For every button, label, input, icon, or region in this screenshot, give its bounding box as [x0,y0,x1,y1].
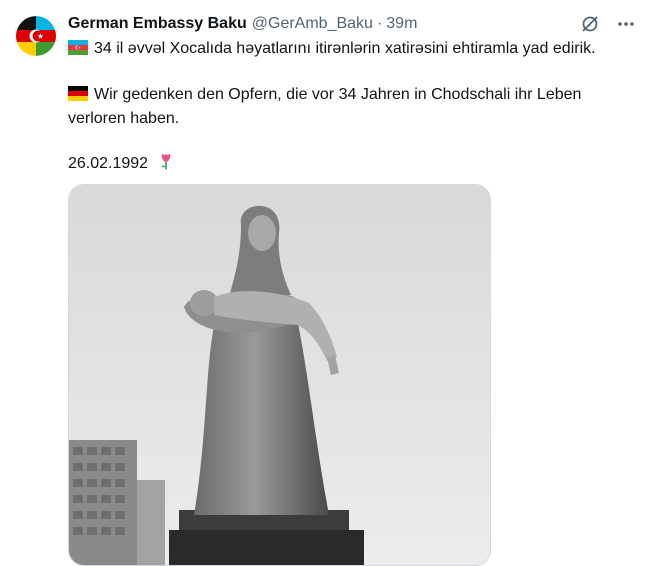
grok-icon[interactable] [580,14,600,39]
text-date: 26.02.1992 [68,152,638,177]
text-german: Wir gedenken den Opfern, die vor 34 Jahr… [68,84,638,130]
tweet-text: 34 il əvvəl Xocalıda həyatlarını itirənl… [68,38,638,177]
header-actions [580,14,636,39]
avatar[interactable] [16,16,56,56]
more-icon[interactable] [616,14,636,39]
author-handle[interactable]: @GerAmb_Baku [252,15,373,33]
text-azerbaijani: 34 il əvvəl Xocalıda həyatlarını itirənl… [68,38,638,62]
text-az-line: 34 il əvvəl Xocalıda həyatlarını itirənl… [94,40,596,57]
tweet-photo[interactable] [68,184,491,566]
avatar-flags-icon [16,16,56,56]
text-de-line-1: Wir gedenken den Opfern, die vor 34 Jahr… [94,86,582,103]
timestamp[interactable]: 39m [386,15,417,33]
separator: · [376,15,383,32]
date-text: 26.02.1992 [68,155,149,172]
tweet-header: German Embassy Baku @GerAmb_Baku · 39m [68,13,636,35]
germany-flag-icon [68,86,88,108]
author-name[interactable]: German Embassy Baku [68,15,247,33]
azerbaijan-flag-icon [68,40,88,62]
tulip-icon [159,152,173,177]
text-de-line-2: verloren haben. [68,110,180,127]
memorial-statue-image [69,185,490,565]
